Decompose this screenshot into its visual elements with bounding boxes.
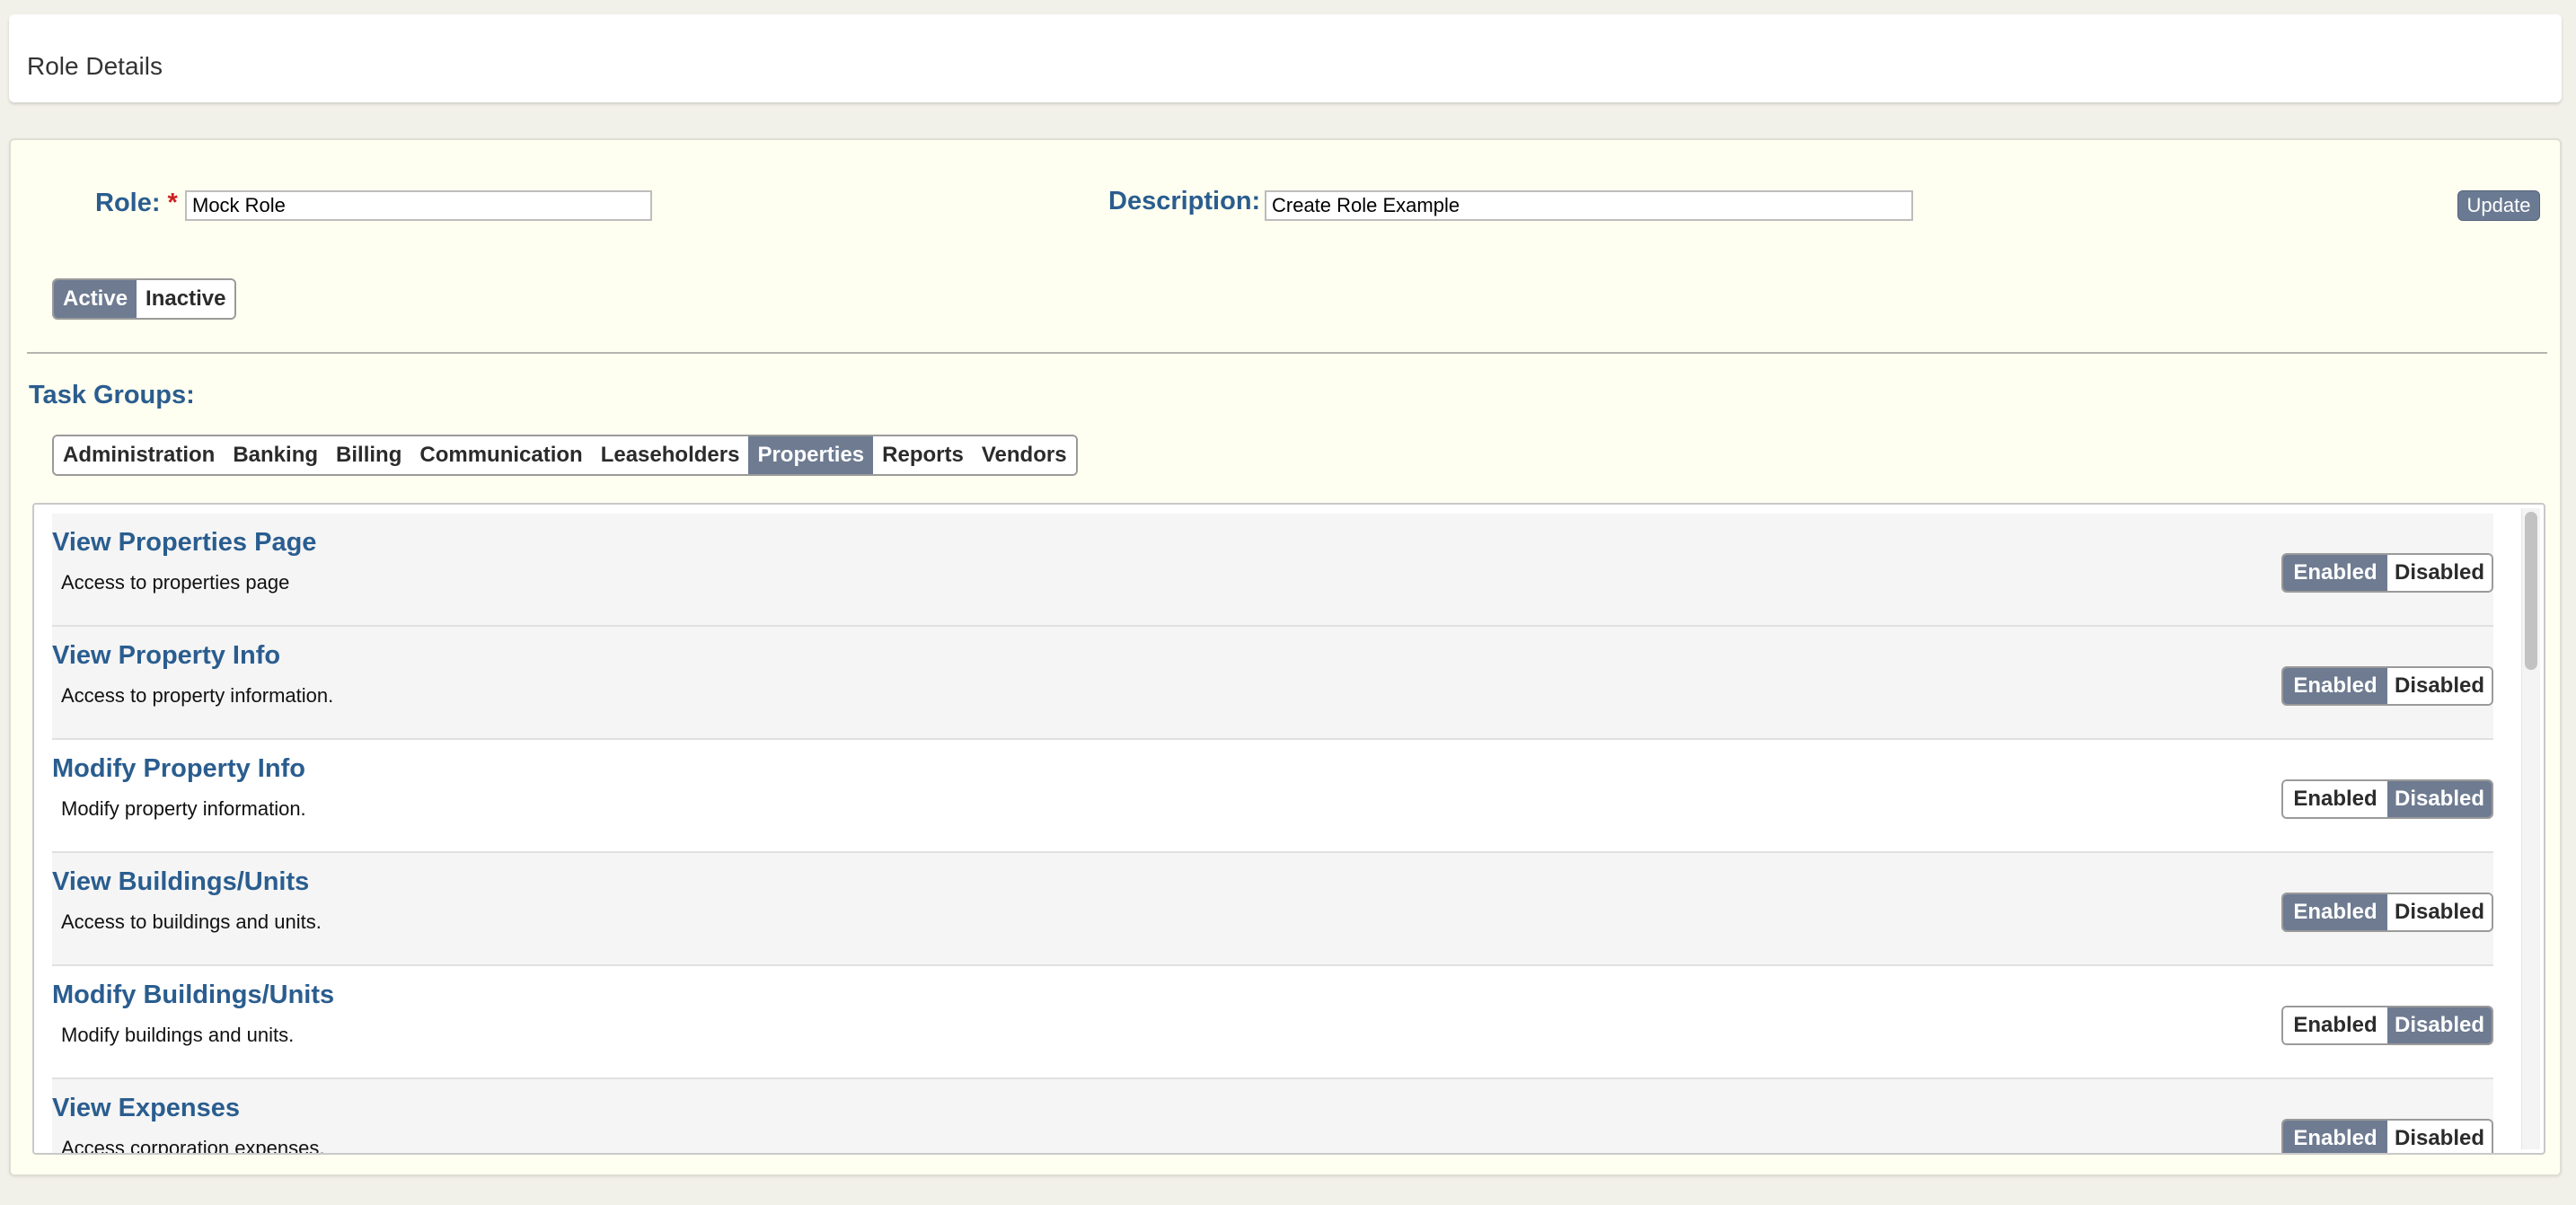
task-row: Modify Buildings/Units Modify buildings a…: [52, 966, 2493, 1079]
role-name-input[interactable]: [185, 190, 652, 221]
task-permission-toggle: Enabled Disabled: [2281, 893, 2493, 932]
inactive-button[interactable]: Inactive: [137, 280, 235, 318]
disabled-button[interactable]: Disabled: [2387, 781, 2492, 817]
task-description: Access to buildings and units.: [61, 910, 322, 933]
required-marker: *: [167, 189, 178, 217]
task-title: View Property Info: [52, 641, 281, 670]
task-row: View Buildings/Units Access to buildings …: [52, 853, 2493, 966]
task-permission-toggle: Enabled Disabled: [2281, 666, 2493, 706]
task-list-content: View Properties Page Access to properties…: [52, 514, 2493, 1155]
tab-properties[interactable]: Properties: [748, 436, 874, 474]
enabled-button[interactable]: Enabled: [2283, 1121, 2387, 1153]
task-group-tabs: Administration Banking Billing Communicatio…: [52, 435, 1078, 476]
task-groups-label: Task Groups:: [29, 381, 195, 409]
task-title: View Buildings/Units: [52, 867, 310, 896]
description-input[interactable]: [1265, 190, 1913, 221]
task-description: Access to properties page: [61, 571, 290, 594]
update-button[interactable]: Update: [2457, 190, 2540, 221]
disabled-button[interactable]: Disabled: [2387, 1121, 2492, 1153]
role-label: Role: *: [95, 190, 178, 216]
task-description: Access to property information.: [61, 684, 334, 707]
task-description: Access corporation expenses.: [61, 1137, 325, 1155]
task-row: View Expenses Access corporation expenses…: [52, 1079, 2493, 1155]
task-row: View Property Info Access to property inf…: [52, 627, 2493, 740]
enabled-button[interactable]: Enabled: [2283, 555, 2387, 591]
tab-reports[interactable]: Reports: [873, 436, 973, 474]
task-title: Modify Property Info: [52, 754, 305, 783]
task-permission-toggle: Enabled Disabled: [2281, 553, 2493, 593]
task-description: Modify buildings and units.: [61, 1024, 295, 1046]
task-title: View Properties Page: [52, 528, 317, 557]
enabled-button[interactable]: Enabled: [2283, 781, 2387, 817]
role-label-text: Role:: [95, 189, 161, 217]
section-divider: [27, 352, 2547, 354]
task-title: View Expenses: [52, 1094, 241, 1122]
task-row: View Properties Page Access to properties…: [52, 514, 2493, 627]
enabled-button[interactable]: Enabled: [2283, 894, 2387, 930]
disabled-button[interactable]: Disabled: [2387, 668, 2492, 704]
task-permission-toggle: Enabled Disabled: [2281, 779, 2493, 819]
tab-billing[interactable]: Billing: [327, 436, 411, 474]
disabled-button[interactable]: Disabled: [2387, 894, 2492, 930]
scrollbar-thumb[interactable]: [2525, 512, 2537, 670]
role-form-panel: Role:* Description: Update Active Inacti…: [9, 138, 2562, 1176]
tab-vendors[interactable]: Vendors: [972, 436, 1076, 474]
task-permission-toggle: Enabled Disabled: [2281, 1119, 2493, 1153]
task-description: Modify property information.: [61, 797, 306, 820]
tab-communication[interactable]: Communication: [410, 436, 592, 474]
task-permission-toggle: Enabled Disabled: [2281, 1006, 2493, 1045]
tab-administration[interactable]: Administration: [54, 436, 225, 474]
task-title: Modify Buildings/Units: [52, 981, 335, 1009]
page-title: Role Details: [27, 52, 163, 80]
status-toggle: Active Inactive: [52, 278, 237, 320]
enabled-button[interactable]: Enabled: [2283, 668, 2387, 704]
task-list: View Properties Page Access to properties…: [32, 503, 2545, 1155]
task-row: Modify Property Info Modify property info…: [52, 740, 2493, 853]
tab-banking[interactable]: Banking: [224, 436, 328, 474]
task-list-scrollbar[interactable]: [2521, 508, 2540, 1149]
disabled-button[interactable]: Disabled: [2387, 555, 2492, 591]
role-details-header: Role Details: [9, 14, 2562, 102]
description-label: Description:: [1108, 187, 1261, 215]
disabled-button[interactable]: Disabled: [2387, 1007, 2492, 1043]
active-button[interactable]: Active: [54, 280, 137, 318]
enabled-button[interactable]: Enabled: [2283, 1007, 2387, 1043]
tab-leaseholders[interactable]: Leaseholders: [591, 436, 749, 474]
